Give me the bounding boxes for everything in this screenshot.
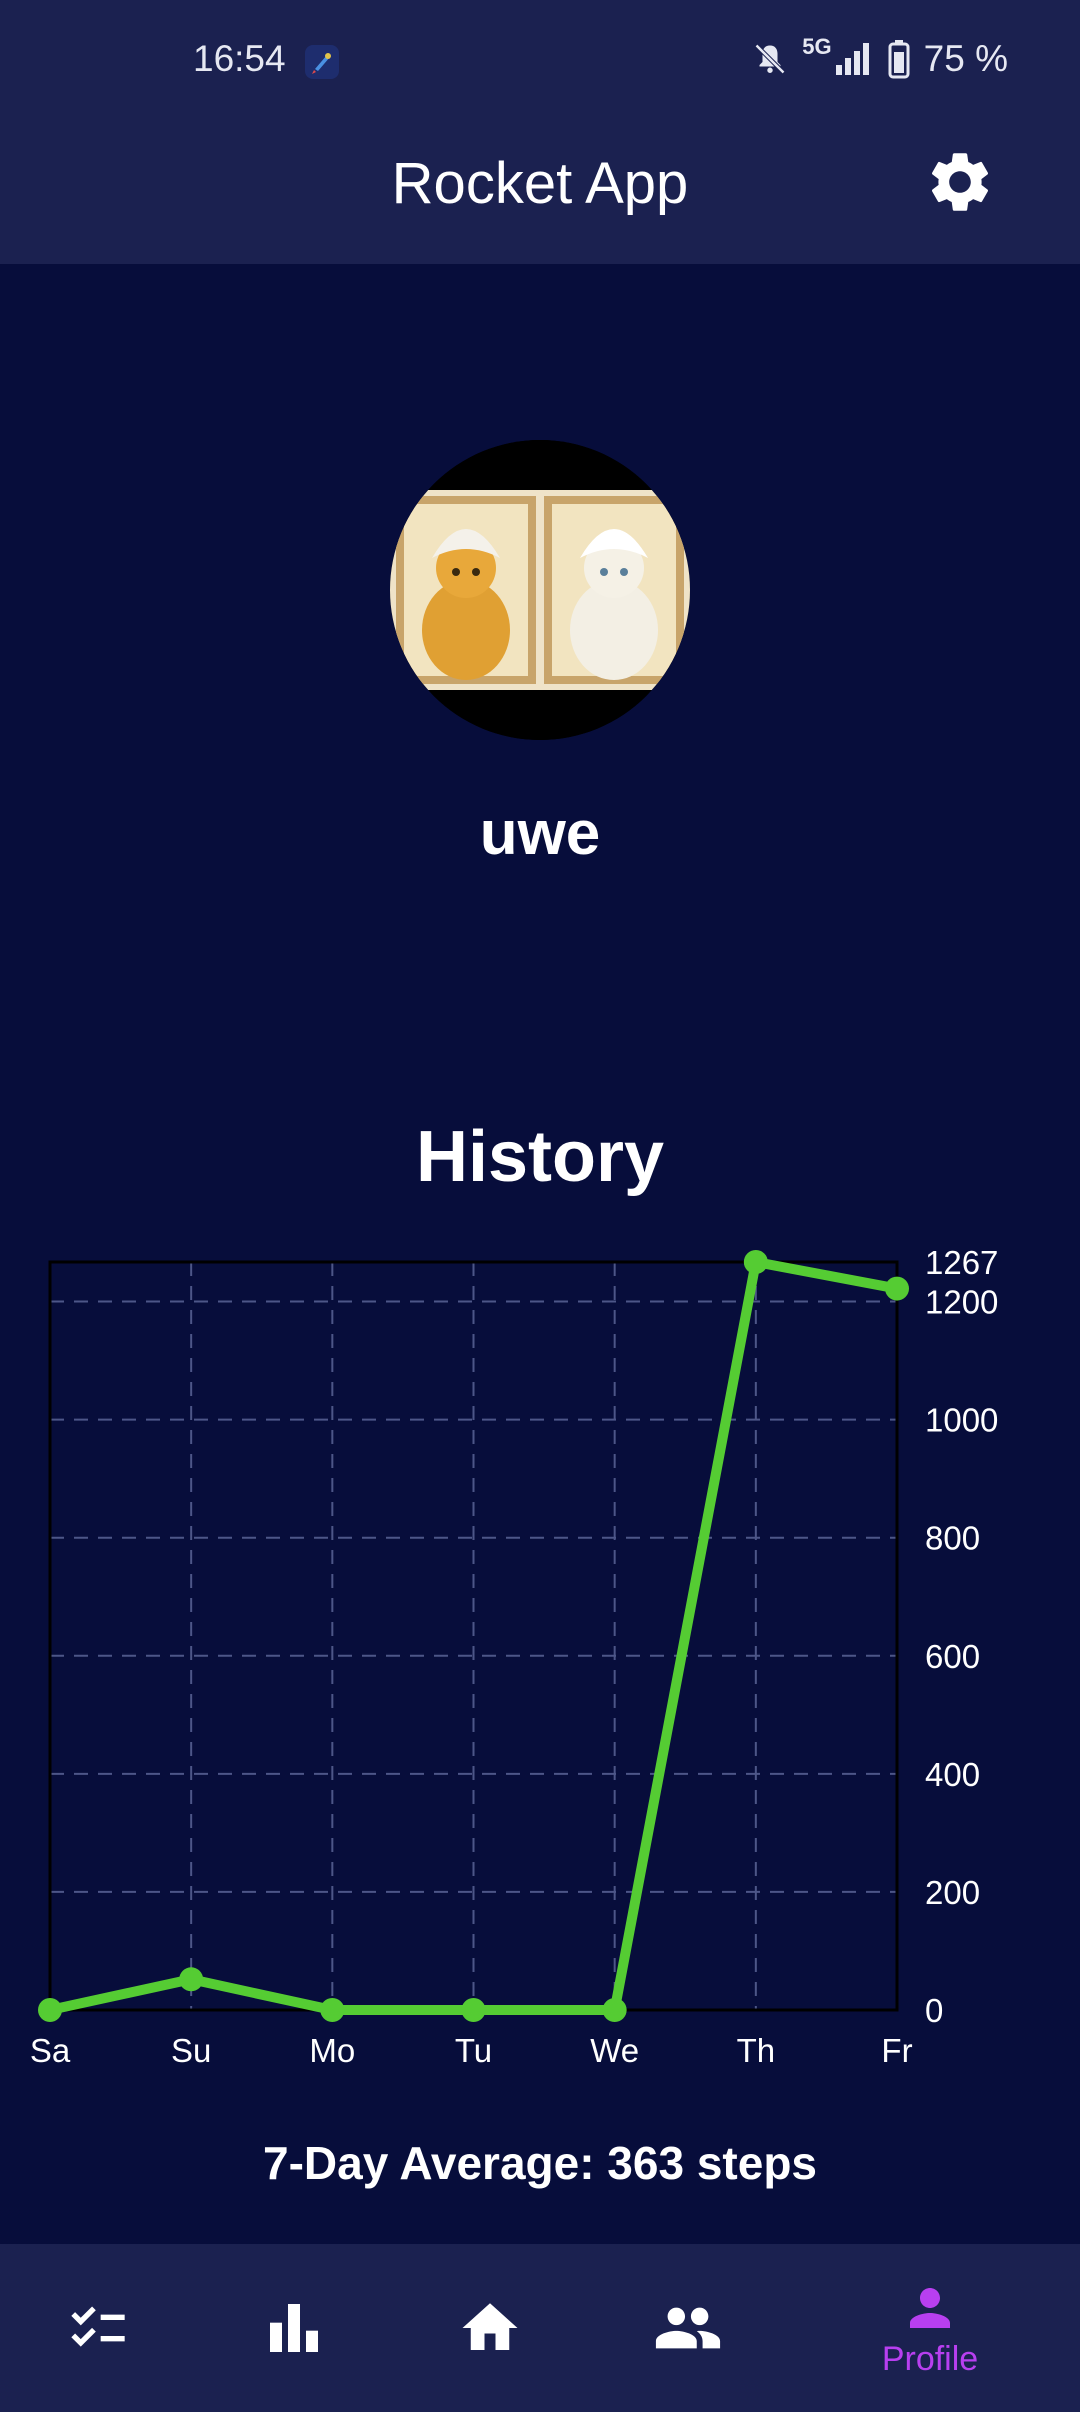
home-icon: [462, 2303, 518, 2350]
data-point: [38, 1998, 62, 2022]
data-point: [743, 1250, 768, 1274]
y-tick-label: 800: [925, 1520, 980, 1557]
history-title: History: [415, 1117, 665, 1197]
bar-chart-icon: [270, 2304, 318, 2352]
x-tick-label: Sa: [30, 2032, 71, 2069]
app-bar: Rocket App: [0, 126, 1080, 264]
battery-percent: 75 %: [923, 38, 1008, 79]
nav-stats[interactable]: [254, 2244, 334, 2412]
network-label: 5G: [802, 34, 832, 59]
nav-profile[interactable]: Profile: [860, 2244, 1000, 2412]
x-tick-label: Tu: [455, 2032, 492, 2069]
people-icon: [655, 2307, 721, 2349]
x-tick-label: Mo: [309, 2032, 355, 2069]
x-tick-label: Fr: [881, 2032, 912, 2069]
y-tick-label: 200: [925, 1874, 980, 1911]
gear-icon: [931, 153, 989, 211]
settings-button[interactable]: [924, 146, 996, 218]
y-tick-label: 400: [925, 1756, 980, 1793]
status-icons: 5G 75 %: [752, 34, 1008, 80]
history-chart: 0 200 400 600 800 1000 12001267 Sa Su Mo Tu We Th Fr: [30, 1244, 999, 2069]
data-point: [179, 1967, 204, 1992]
x-tick-label: Su: [171, 2032, 211, 2069]
app-title: Rocket App: [391, 151, 689, 216]
average-steps: 7-Day Average: 363 steps: [263, 2137, 817, 2189]
bell-muted-icon: [755, 43, 786, 75]
nav-profile-label: Profile: [881, 2339, 979, 2378]
data-point: [320, 1998, 345, 2022]
username: uwe: [479, 799, 601, 868]
signal-icon: [835, 43, 869, 75]
data-point: [461, 1998, 486, 2022]
x-tick-label: We: [590, 2032, 639, 2069]
avatar[interactable]: [390, 440, 690, 740]
rocket-app-icon: [305, 45, 339, 79]
data-point: [885, 1276, 909, 1301]
nav-friends[interactable]: [646, 2244, 730, 2412]
y-tick-label: 1000: [925, 1402, 998, 1439]
avatar-image: [390, 440, 690, 740]
status-bar: 16:54 5G 75 %: [0, 0, 1080, 126]
y-tick-label: 600: [925, 1638, 980, 1675]
bottom-nav: Profile: [0, 2244, 1080, 2412]
y-tick-label: 1267: [925, 1244, 998, 1281]
checklist-icon: [71, 2306, 125, 2347]
battery-icon: [888, 40, 910, 79]
x-tick-label: Th: [737, 2032, 776, 2069]
nav-home[interactable]: [450, 2244, 530, 2412]
y-tick-label: 1200: [925, 1284, 998, 1321]
status-time: 16:54: [193, 38, 286, 79]
nav-tasks[interactable]: [58, 2244, 138, 2412]
data-point: [602, 1998, 627, 2022]
y-tick-label: 0: [925, 1992, 943, 2029]
person-icon: [910, 2287, 950, 2328]
